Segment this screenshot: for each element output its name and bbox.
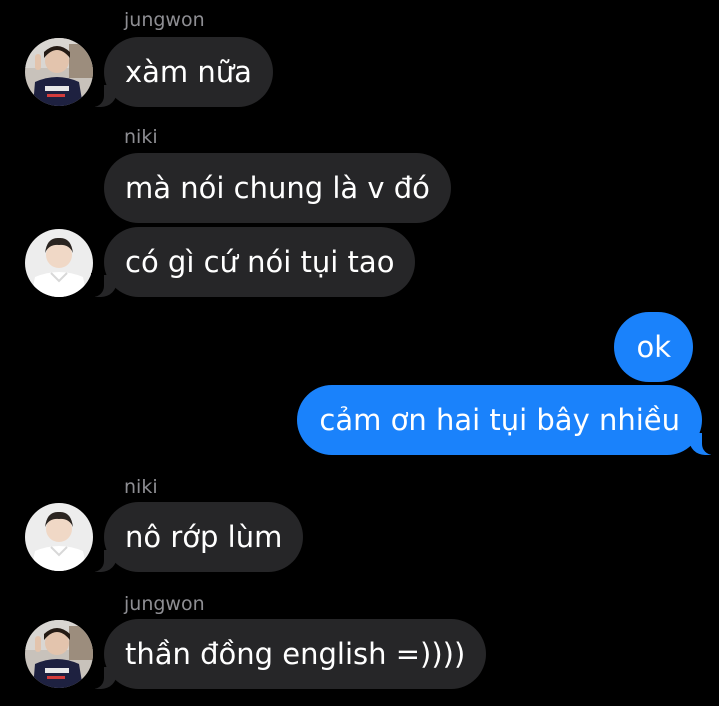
- message-bubble-outgoing[interactable]: ok: [614, 312, 693, 382]
- message-bubble-incoming[interactable]: nô rớp lùm: [90, 502, 304, 572]
- message-text: nô rớp lùm: [125, 520, 283, 554]
- jungwon-avatar-icon[interactable]: [25, 620, 93, 688]
- sender-name-jungwon: jungwon: [124, 9, 205, 31]
- jungwon-avatar-icon[interactable]: [25, 38, 93, 106]
- niki-avatar-icon[interactable]: [25, 503, 93, 571]
- message-text: ok: [636, 330, 671, 364]
- message-text: mà nói chung là v đó: [125, 171, 430, 205]
- message-text: cảm ơn hai tụi bây nhiều: [319, 403, 680, 437]
- message-text: xàm nữa: [125, 55, 252, 89]
- message-bubble-incoming[interactable]: xàm nữa: [91, 37, 273, 107]
- message-bubble-incoming[interactable]: thần đồng english =)))): [90, 619, 487, 689]
- sender-name-jungwon: jungwon: [124, 593, 205, 615]
- message-bubble-incoming[interactable]: mà nói chung là v đó: [104, 153, 451, 223]
- message-text: có gì cứ nói tụi tao: [125, 245, 395, 279]
- niki-avatar-icon[interactable]: [25, 229, 93, 297]
- sender-name-niki: niki: [124, 126, 158, 148]
- message-text: thần đồng english =)))): [125, 637, 466, 671]
- message-bubble-outgoing[interactable]: cảm ơn hai tụi bây nhiều: [297, 385, 715, 455]
- message-bubble-incoming[interactable]: có gì cứ nói tụi tao: [90, 227, 416, 297]
- sender-name-niki: niki: [124, 476, 158, 498]
